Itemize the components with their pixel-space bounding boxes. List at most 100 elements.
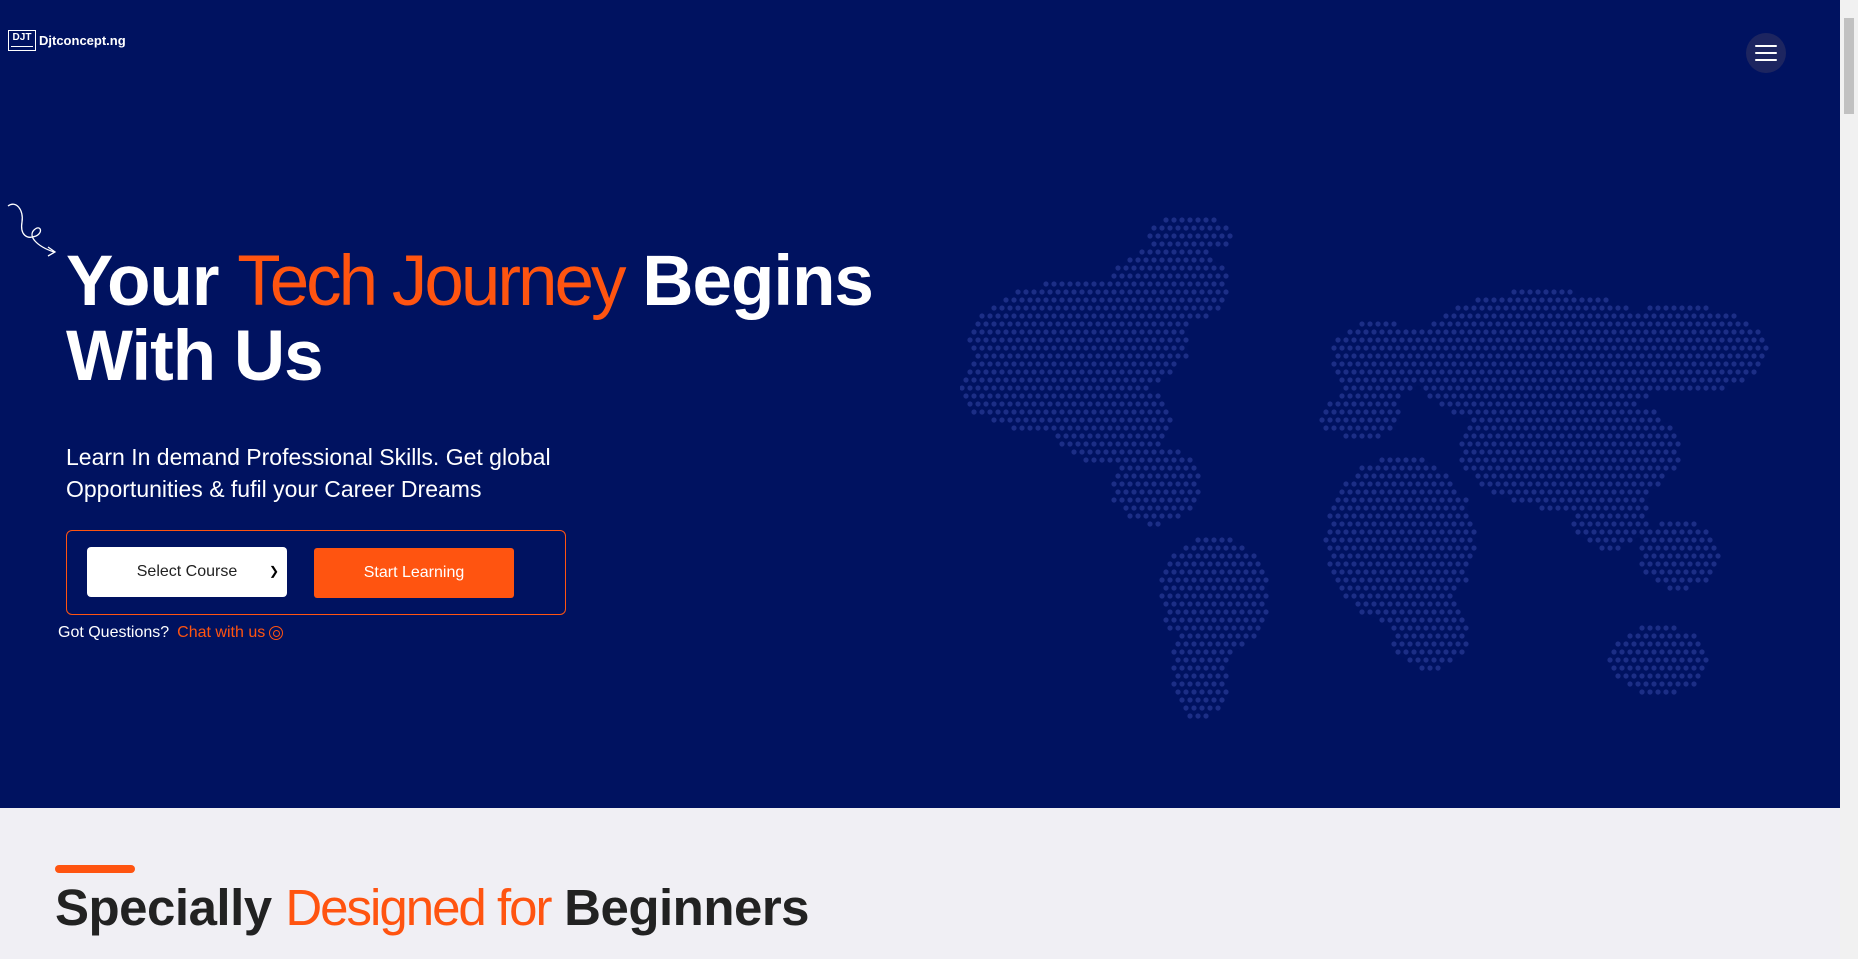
map-dot [1471,337,1477,343]
map-dot [1735,321,1741,327]
map-dot [1563,425,1569,431]
course-select[interactable]: Select Course ❯ [87,547,287,597]
map-dot [1115,377,1121,383]
map-dot [1343,337,1349,343]
map-dot [1639,481,1645,487]
map-dot [1559,433,1565,439]
map-dot [1055,369,1061,375]
map-dot [1679,337,1685,343]
map-dot [1635,425,1641,431]
map-dot [1619,441,1625,447]
map-dot [1487,449,1493,455]
hamburger-menu-button[interactable] [1746,33,1786,73]
map-dot [1375,465,1381,471]
map-dot [1471,545,1477,551]
map-dot [1191,305,1197,311]
map-dot [1459,505,1465,511]
map-dot [1391,513,1397,519]
map-dot [1411,649,1417,655]
map-dot [1603,361,1609,367]
map-dot [1683,313,1689,319]
map-dot [1691,313,1697,319]
map-dot [1583,513,1589,519]
map-dot [1163,601,1169,607]
map-dot [979,361,985,367]
map-dot [1639,673,1645,679]
map-dot [1651,649,1657,655]
map-dot [1643,665,1649,671]
map-dot [1579,409,1585,415]
map-dot [1135,337,1141,343]
map-dot [1519,449,1525,455]
map-dot [1223,689,1229,695]
map-dot [1003,377,1009,383]
chat-with-us-link[interactable]: Chat with us [177,624,284,642]
map-dot [1599,417,1605,423]
map-dot [1503,417,1509,423]
map-dot [1631,673,1637,679]
map-dot [1611,345,1617,351]
map-dot [1575,337,1581,343]
map-dot [1215,241,1221,247]
map-dot [1191,481,1197,487]
map-dot [1459,409,1465,415]
map-dot [1683,633,1689,639]
map-dot [1387,553,1393,559]
map-dot [1659,681,1665,687]
map-dot [1395,345,1401,351]
map-dot [1183,689,1189,695]
map-dot [1579,457,1585,463]
map-dot [1107,313,1113,319]
map-dot [1323,409,1329,415]
map-dot [1531,393,1537,399]
map-dot [1475,441,1481,447]
map-dot [1655,641,1661,647]
map-dot [975,401,981,407]
map-dot [1707,377,1713,383]
map-dot [1467,521,1473,527]
map-dot [1079,337,1085,343]
map-dot [1527,401,1533,407]
map-dot [1119,289,1125,295]
map-dot [1599,545,1605,551]
map-dot [1079,369,1085,375]
map-dot [1559,401,1565,407]
map-dot [1075,345,1081,351]
map-dot [1207,625,1213,631]
map-dot [1383,417,1389,423]
map-dot [1203,697,1209,703]
map-dot [1399,465,1405,471]
map-dot [1647,673,1653,679]
map-dot [1591,513,1597,519]
map-dot [1155,409,1161,415]
map-dot [1543,465,1549,471]
brand-logo[interactable]: DJT Djtconcept.ng [8,30,126,51]
map-dot [1615,401,1621,407]
map-dot [1615,337,1621,343]
map-dot [1123,441,1129,447]
map-dot [1027,425,1033,431]
map-dot [1599,481,1605,487]
map-dot [1371,521,1377,527]
map-dot [1067,425,1073,431]
map-dot [1587,457,1593,463]
map-dot [1623,401,1629,407]
map-dot [1679,673,1685,679]
map-dot [1215,641,1221,647]
map-dot [1531,489,1537,495]
map-dot [1495,481,1501,487]
map-dot [1527,417,1533,423]
page-scrollbar[interactable] [1840,0,1858,959]
start-learning-button[interactable]: Start Learning [314,548,514,598]
map-dot [1035,313,1041,319]
map-dot [1111,497,1117,503]
map-dot [1615,529,1621,535]
map-dot [1403,457,1409,463]
map-dot [1223,289,1229,295]
map-dot [1123,297,1129,303]
scrollbar-thumb[interactable] [1844,18,1854,114]
map-dot [1403,569,1409,575]
map-dot [1627,505,1633,511]
map-dot [1003,409,1009,415]
map-dot [1479,353,1485,359]
